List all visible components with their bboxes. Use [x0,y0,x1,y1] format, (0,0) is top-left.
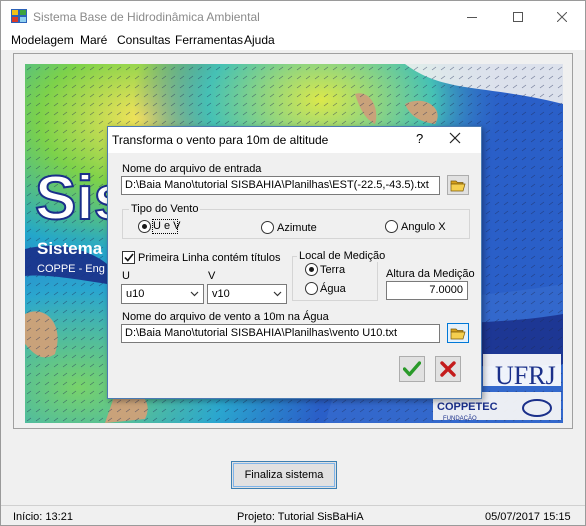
place-water-label: Água [320,283,346,295]
main-window: Sistema Base de Hidrodinâmica Ambiental … [0,0,586,526]
place-land-label: Terra [320,264,346,276]
output-file-field[interactable]: D:\Baia Mano\tutorial SISBAHIA\Planilhas… [121,324,440,343]
first-line-titles-checkbox[interactable] [122,251,135,264]
maximize-button[interactable] [495,1,541,32]
window-title: Sistema Base de Hidrodinâmica Ambiental [33,10,260,24]
splash-line2: COPPE - Eng [37,263,105,275]
input-file-field[interactable]: D:\Baia Mano\tutorial SISBAHIA\Planilhas… [121,176,440,195]
chevron-down-icon [190,291,199,297]
wind-type-azimuth-label: Azimute [277,222,317,234]
menu-mare[interactable]: Maré [80,33,107,47]
input-file-browse-button[interactable] [447,175,469,195]
ufrj-logo: UFRJ [495,361,556,390]
wind-type-uv-radio[interactable] [138,220,151,233]
place-land-radio[interactable] [305,263,318,276]
folder-open-icon [450,328,466,339]
input-file-label: Nome do arquivo de entrada [122,163,262,175]
u-select-value: u10 [126,288,145,300]
v-label: V [208,270,216,282]
output-file-label: Nome do arquivo de vento a 10m na Água [122,311,329,323]
status-start-time: Início: 13:21 [13,511,73,523]
close-icon [557,11,567,22]
coppetec-logo: COPPETEC [437,401,498,413]
cancel-x-icon [440,361,456,377]
v-select-value: v10 [212,288,230,300]
wind-type-azimuth-radio[interactable] [261,221,274,234]
place-water-radio[interactable] [305,282,318,295]
v-column-select[interactable]: v10 [207,284,287,304]
fundacao-logo: FUNDAÇÃO [443,415,477,422]
cancel-button[interactable] [435,356,461,382]
measurement-place-title: Local de Medição [297,250,388,262]
menu-ferramentas[interactable]: Ferramentas [175,33,243,47]
folder-open-icon [450,180,466,191]
output-file-browse-button[interactable] [447,323,469,343]
title-bar: Sistema Base de Hidrodinâmica Ambiental [1,1,585,32]
status-bar: Início: 13:21 Projeto: Tutorial SisBaHiA… [1,505,585,525]
checkmark-icon [123,253,134,262]
finalize-system-button[interactable]: Finaliza sistema [231,461,337,489]
u-column-select[interactable]: u10 [121,284,204,304]
maximize-icon [513,11,523,22]
wind-type-angle-x-radio[interactable] [385,220,398,233]
menu-ajuda[interactable]: Ajuda [244,33,275,47]
menu-bar: Modelagem Maré Consultas Ferramentas Aju… [1,32,585,50]
measurement-height-label: Altura da Medição [386,268,475,280]
status-project: Projeto: Tutorial SisBaHiA [237,511,364,523]
first-line-titles-label: Primeira Linha contém títulos [138,252,281,264]
dialog-title: Transforma o vento para 10m de altitude [112,133,329,147]
chevron-down-icon [273,291,282,297]
close-button[interactable] [539,1,585,32]
splash-line1: Sistema [37,239,103,258]
checkmark-icon [403,361,421,377]
wind-type-title: Tipo do Vento [129,203,201,215]
wind-type-angle-x-label: Angulo X [401,221,446,233]
transform-wind-dialog: Transforma o vento para 10m de altitude … [107,126,482,399]
menu-consultas[interactable]: Consultas [117,33,170,47]
dialog-help-button[interactable]: ? [416,131,423,146]
u-label: U [122,270,130,282]
ok-button[interactable] [399,356,425,382]
dialog-close-icon[interactable] [449,132,461,144]
minimize-button[interactable] [449,1,495,32]
menu-modelagem[interactable]: Modelagem [11,33,74,47]
wind-type-uv-label: U e V [153,220,181,232]
minimize-icon [467,16,477,18]
dialog-title-bar: Transforma o vento para 10m de altitude … [108,127,481,153]
app-icon [11,9,27,23]
status-datetime: 05/07/2017 15:15 [485,511,571,523]
measurement-height-field[interactable]: 7.0000 [386,281,468,300]
